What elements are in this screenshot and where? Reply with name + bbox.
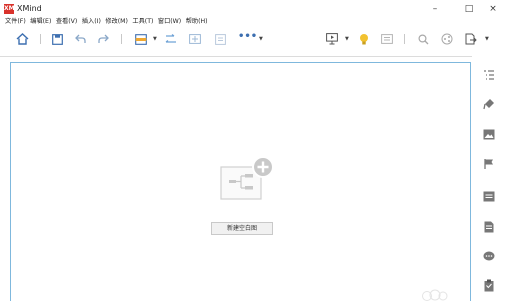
presentation-icon[interactable] (325, 32, 339, 46)
menu-edit[interactable]: 编辑(E) (30, 16, 51, 28)
marker-flag-icon[interactable] (482, 157, 496, 171)
chevron-down-icon[interactable]: ▼ (485, 35, 489, 43)
menu-help[interactable]: 帮助(H) (186, 16, 208, 28)
theme-icon[interactable] (134, 32, 148, 46)
toolbar-separator (121, 34, 122, 44)
chevron-down-icon[interactable]: ▼ (153, 35, 157, 43)
menu-modify[interactable]: 修改(M) (105, 16, 128, 28)
menu-view[interactable]: 查看(V) (56, 16, 77, 28)
chevron-down-icon[interactable]: ▼ (345, 35, 349, 43)
save-icon[interactable] (50, 32, 64, 46)
share-icon[interactable] (440, 32, 454, 46)
document-icon[interactable] (482, 220, 496, 234)
new-map-illustration-icon (212, 155, 282, 205)
right-panel (474, 56, 506, 301)
outline-icon[interactable] (380, 32, 394, 46)
minimize-button[interactable]: – (424, 1, 446, 17)
format-brush-icon[interactable] (482, 97, 496, 111)
comment-icon[interactable] (482, 249, 496, 263)
subtopic-icon[interactable] (188, 32, 202, 46)
more-icon[interactable]: ••• (238, 31, 257, 43)
floating-topic-icon[interactable] (213, 32, 227, 46)
toolbar: ▼ ••• ▼ ▼ ▼ (0, 28, 506, 50)
menu-window[interactable]: 窗口(W) (158, 16, 181, 28)
export-icon[interactable] (464, 32, 478, 46)
lightbulb-icon[interactable] (357, 32, 371, 46)
redo-icon[interactable] (96, 32, 110, 46)
image-icon[interactable] (482, 127, 496, 141)
toolbar-separator (404, 34, 405, 44)
canvas-divider (0, 56, 472, 57)
undo-icon[interactable] (73, 32, 87, 46)
search-icon[interactable] (416, 32, 430, 46)
close-button[interactable]: × (482, 1, 504, 17)
chevron-down-icon[interactable]: ▼ (259, 35, 263, 43)
menu-bar: 文件(F) 编辑(E) 查看(V) 插入(I) 修改(M) 工具(T) 窗口(W… (0, 16, 506, 28)
clipboard-icon[interactable] (482, 278, 496, 292)
toolbar-separator (40, 34, 41, 44)
menu-insert[interactable]: 插入(I) (82, 16, 101, 28)
home-icon[interactable] (15, 32, 29, 46)
window-title: XMind (17, 4, 42, 13)
app-logo: XM (4, 4, 15, 14)
menu-tools[interactable]: 工具(T) (132, 16, 153, 28)
maximize-button[interactable]: □ (458, 1, 480, 17)
outline-panel-icon[interactable] (482, 68, 496, 82)
topic-icon[interactable] (164, 32, 178, 46)
menu-file[interactable]: 文件(F) (5, 16, 26, 28)
note-icon[interactable] (482, 189, 496, 203)
new-blank-map-button[interactable]: 新建空白图 (211, 222, 273, 235)
logo-watermark-icon (418, 286, 448, 301)
